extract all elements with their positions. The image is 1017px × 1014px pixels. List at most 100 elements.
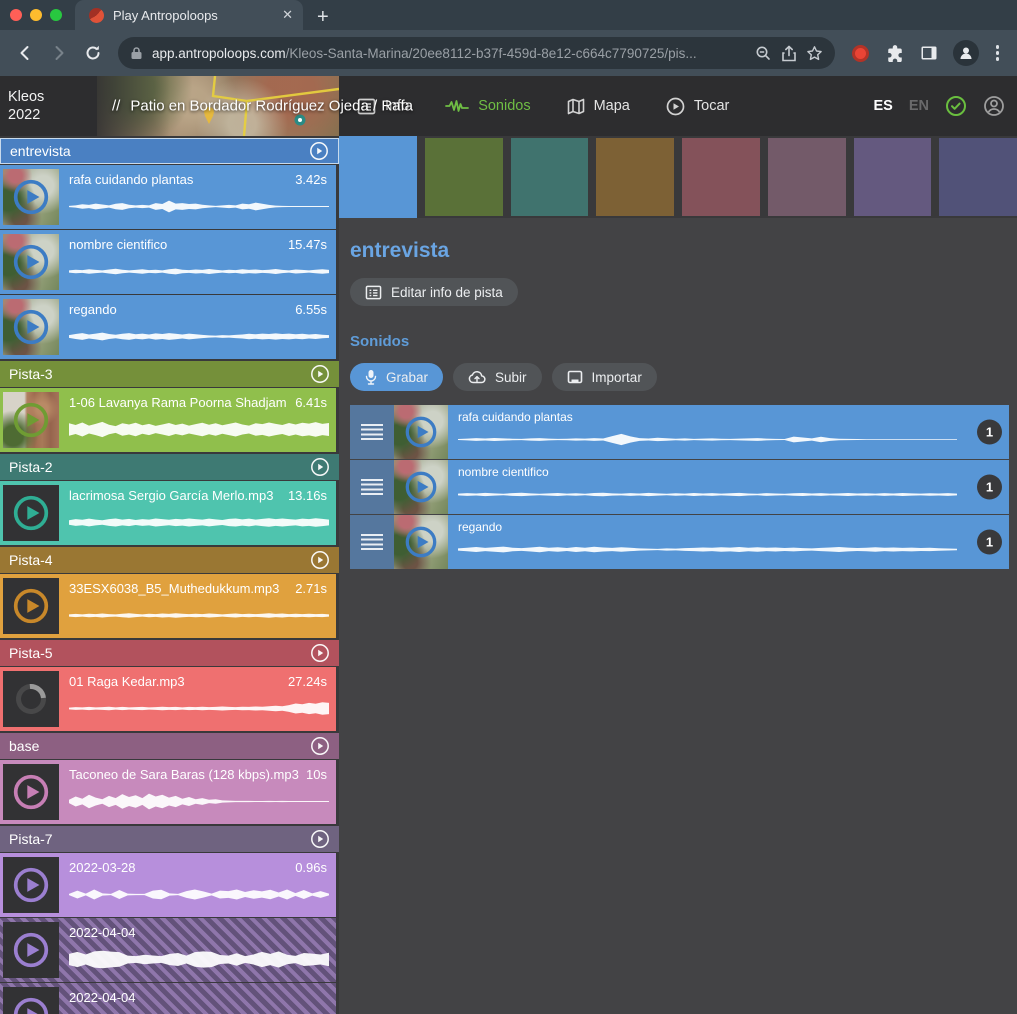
sound-item[interactable]: lacrimosa Sergio García Merlo.mp313.16s	[0, 481, 336, 545]
track-play-icon[interactable]	[310, 364, 330, 384]
track-play-icon[interactable]	[310, 643, 330, 663]
play-overlay-icon[interactable]	[394, 515, 448, 569]
play-overlay-icon[interactable]	[394, 460, 448, 514]
track-play-icon[interactable]	[310, 550, 330, 570]
lang-en-button[interactable]: EN	[909, 98, 929, 114]
minimize-window-button[interactable]	[30, 9, 42, 21]
sound-thumbnail[interactable]	[3, 857, 59, 913]
sound-item[interactable]: 01 Raga Kedar.mp327.24s	[0, 667, 336, 731]
share-icon[interactable]	[781, 45, 797, 62]
sound-thumbnail[interactable]	[3, 671, 59, 727]
track-swatch[interactable]	[511, 138, 589, 216]
track-header[interactable]: Pista-3	[0, 361, 339, 387]
sound-thumbnail[interactable]	[3, 299, 59, 355]
sound-item[interactable]: Taconeo de Sara Baras (128 kbps).mp310s	[0, 760, 336, 824]
sound-thumbnail[interactable]	[394, 405, 448, 459]
nav-tocar[interactable]: Tocar	[666, 97, 729, 116]
track-header[interactable]: Pista-5	[0, 640, 339, 666]
track-play-icon[interactable]	[310, 829, 330, 849]
extensions-puzzle-icon[interactable]	[880, 38, 910, 68]
sound-title: nombre cientifico	[458, 465, 957, 479]
play-overlay-icon[interactable]	[3, 392, 59, 448]
track-header[interactable]: Pista-4	[0, 547, 339, 573]
sound-thumbnail[interactable]	[3, 987, 59, 1014]
record-extension-icon[interactable]	[852, 45, 869, 62]
nav-sonidos[interactable]: Sonidos	[445, 98, 530, 114]
maximize-window-button[interactable]	[50, 9, 62, 21]
sound-thumbnail[interactable]	[3, 169, 59, 225]
sound-item[interactable]: 2022-04-04	[0, 918, 336, 982]
brand[interactable]: Kleos 2022	[8, 88, 44, 124]
track-play-icon[interactable]	[310, 736, 330, 756]
address-bar[interactable]: app.antropoloops.com/Kleos-Santa-Marina/…	[118, 37, 835, 69]
track-swatch[interactable]	[768, 138, 846, 216]
zoom-out-icon[interactable]	[755, 45, 772, 62]
play-overlay-icon[interactable]	[3, 578, 59, 634]
panel-sound-row[interactable]: regando 1	[350, 515, 1009, 569]
play-overlay-icon[interactable]	[3, 987, 59, 1014]
sound-item[interactable]: regando6.55s	[0, 295, 336, 359]
back-button[interactable]	[10, 38, 40, 68]
browser-tab[interactable]: Play Antropoloops ✕	[75, 0, 303, 30]
lang-es-button[interactable]: ES	[874, 98, 893, 114]
sound-item[interactable]: 33ESX6038_B5_Muthedukkum.mp32.71s	[0, 574, 336, 638]
track-swatch[interactable]	[682, 138, 760, 216]
account-icon[interactable]	[983, 95, 1005, 117]
panel-sound-row[interactable]: nombre cientifico 1	[350, 460, 1009, 514]
profile-avatar[interactable]	[953, 40, 979, 66]
sound-thumbnail[interactable]	[3, 764, 59, 820]
track-swatch-selected[interactable]	[339, 136, 417, 218]
new-tab-button[interactable]: +	[317, 4, 329, 30]
track-header[interactable]: base	[0, 733, 339, 759]
sound-thumbnail[interactable]	[3, 578, 59, 634]
sound-thumbnail[interactable]	[3, 485, 59, 541]
sound-thumbnail[interactable]	[394, 460, 448, 514]
drag-handle[interactable]	[350, 460, 394, 514]
track-header[interactable]: Pista-7	[0, 826, 339, 852]
close-window-button[interactable]	[10, 9, 22, 21]
forward-button[interactable]	[44, 38, 74, 68]
sound-item[interactable]: rafa cuidando plantas3.42s	[0, 165, 336, 229]
url-text[interactable]: app.antropoloops.com/Kleos-Santa-Marina/…	[152, 46, 746, 61]
play-overlay-icon[interactable]	[3, 234, 59, 290]
lock-icon[interactable]	[130, 46, 143, 60]
track-swatch[interactable]	[854, 138, 932, 216]
traffic-lights	[10, 9, 62, 21]
nav-mapa[interactable]: Mapa	[567, 98, 630, 115]
tab-close-icon[interactable]: ✕	[282, 7, 293, 23]
sound-thumbnail[interactable]	[3, 922, 59, 978]
sound-item[interactable]: nombre cientifico15.47s	[0, 230, 336, 294]
sound-item[interactable]: 2022-04-04	[0, 983, 336, 1014]
sound-item[interactable]: 2022-03-280.96s	[0, 853, 336, 917]
project-header[interactable]: Kleos 2022 //Patio en Bordador Rodríguez…	[0, 76, 339, 136]
sound-thumbnail[interactable]	[394, 515, 448, 569]
drag-handle[interactable]	[350, 515, 394, 569]
play-overlay-icon[interactable]	[3, 764, 59, 820]
track-swatch[interactable]	[596, 138, 674, 216]
track-play-icon[interactable]	[310, 457, 330, 477]
browser-menu-icon[interactable]	[996, 45, 1000, 61]
track-header[interactable]: entrevista	[0, 138, 339, 164]
drag-handle[interactable]	[350, 405, 394, 459]
play-overlay-icon[interactable]	[394, 405, 448, 459]
side-panel-icon[interactable]	[914, 38, 944, 68]
sound-thumbnail[interactable]	[3, 234, 59, 290]
upload-button[interactable]: Subir	[453, 363, 542, 391]
play-overlay-icon[interactable]	[3, 922, 59, 978]
panel-sound-row[interactable]: rafa cuidando plantas 1	[350, 405, 1009, 459]
play-overlay-icon[interactable]	[3, 299, 59, 355]
bookmark-star-icon[interactable]	[806, 45, 823, 62]
record-button[interactable]: Grabar	[350, 363, 443, 391]
track-swatch[interactable]	[939, 138, 1017, 216]
edit-track-info-button[interactable]: Editar info de pista	[350, 278, 518, 306]
track-swatch[interactable]	[425, 138, 503, 216]
play-overlay-icon[interactable]	[3, 485, 59, 541]
track-play-icon[interactable]	[309, 141, 329, 161]
play-overlay-icon[interactable]	[3, 169, 59, 225]
track-header[interactable]: Pista-2	[0, 454, 339, 480]
sound-thumbnail[interactable]	[3, 392, 59, 448]
play-overlay-icon[interactable]	[3, 857, 59, 913]
reload-button[interactable]	[78, 38, 108, 68]
import-button[interactable]: Importar	[552, 363, 657, 391]
sound-item[interactable]: 1-06 Lavanya Rama Poorna Shadjam Rupak..…	[0, 388, 336, 452]
